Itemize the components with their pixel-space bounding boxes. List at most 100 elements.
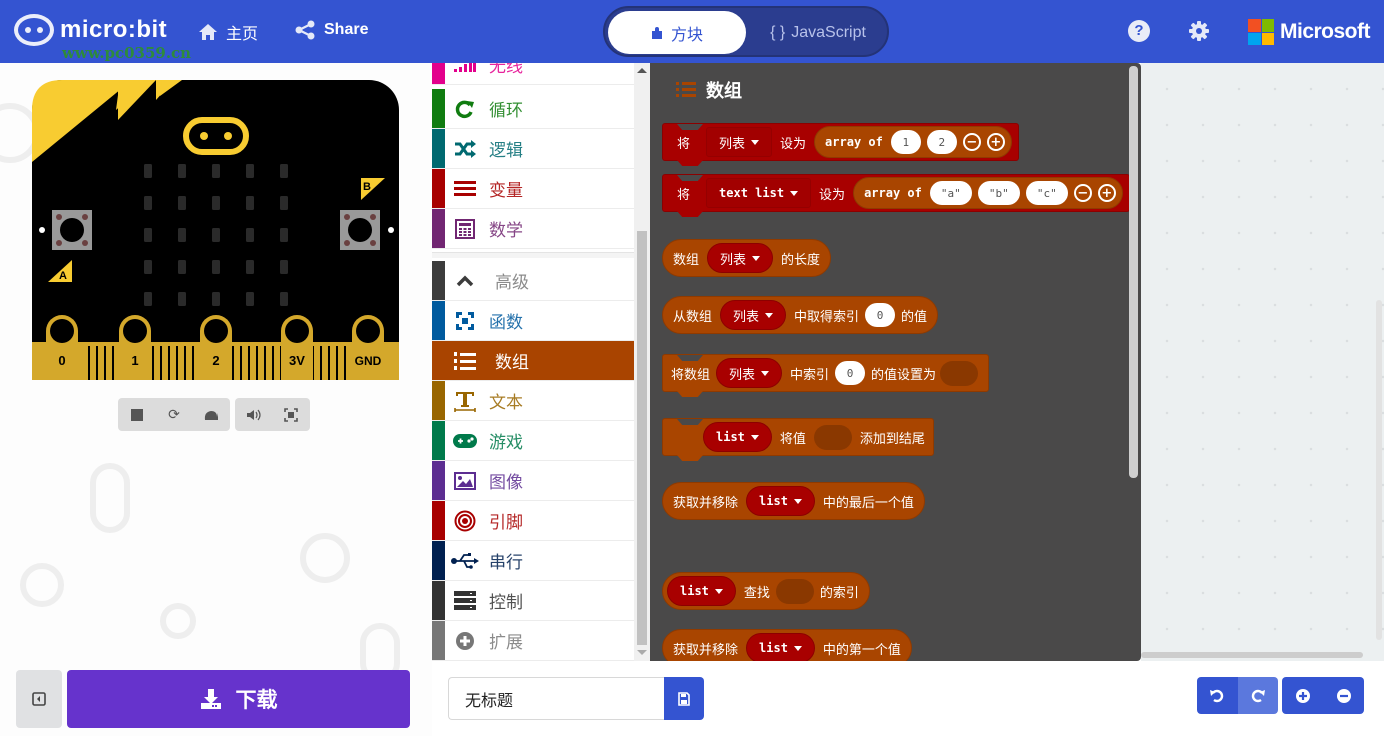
toolbox-scrollbar[interactable] (634, 63, 650, 661)
simulator-controls: ⟳ (118, 398, 230, 431)
block-shift[interactable]: 获取并移除 list 中的第一个值 (662, 629, 912, 661)
value-slot[interactable] (940, 360, 979, 386)
microbit-logo[interactable]: micro:bit (14, 14, 167, 46)
variable-dropdown[interactable]: 列表 (707, 243, 774, 273)
variable-dropdown[interactable]: list (703, 422, 772, 452)
block-index-of[interactable]: list 查找 的索引 (662, 572, 870, 610)
block-set-list[interactable]: 将 列表 设为 array of 1 2 − + (662, 123, 1019, 161)
toolbox-category-3[interactable]: 变量 (432, 169, 634, 209)
redo-button[interactable] (1237, 677, 1278, 714)
toolbox-category-11[interactable]: 引脚 (432, 501, 634, 541)
project-name-input[interactable] (448, 677, 664, 720)
pin-1[interactable]: 1 (119, 315, 151, 380)
button-a-label: A (59, 270, 67, 282)
edge-connector-line (160, 346, 162, 380)
category-label: 无线 (489, 63, 523, 77)
block-text: 设为 (819, 187, 846, 203)
toolbox-category-5[interactable]: 高级 (432, 261, 634, 301)
variable-dropdown[interactable]: 列表 (716, 358, 783, 388)
button-a[interactable] (60, 218, 84, 242)
zoom-in-button[interactable] (1282, 677, 1323, 714)
undo-button[interactable] (1197, 677, 1238, 714)
javascript-tab[interactable]: { } JavaScript (753, 11, 883, 54)
share-button[interactable]: Share (294, 20, 368, 40)
pin-2[interactable]: 2 (200, 315, 232, 380)
block-pop[interactable]: 获取并移除 list 中的最后一个值 (662, 482, 925, 520)
pin-GND[interactable]: GND (352, 315, 384, 380)
block-set-text-list[interactable]: 将 text list 设为 array of "a" "b" "c" − + (662, 174, 1130, 212)
fullscreen-button[interactable] (279, 403, 303, 427)
value-input[interactable]: 2 (926, 130, 957, 154)
pin-3V[interactable]: 3V (281, 315, 313, 380)
array-of-block[interactable]: array of 1 2 − + (814, 126, 1012, 158)
slow-mo-button[interactable] (199, 403, 223, 427)
toolbox-category-7[interactable]: 数组 (432, 341, 634, 381)
save-button[interactable] (664, 677, 704, 720)
button-b[interactable] (348, 218, 372, 242)
help-icon[interactable]: ? (1128, 20, 1150, 42)
toolbox-category-8[interactable]: 文本 (432, 381, 634, 421)
block-set-value-at-index[interactable]: 将数组 列表 中索引 0 的值设置为 (662, 354, 990, 392)
add-item-icon[interactable]: + (1097, 184, 1116, 202)
dropdown-value: 列表 (733, 309, 760, 325)
value-slot[interactable] (775, 578, 814, 604)
block-text: 中索引 (790, 367, 830, 383)
variable-dropdown[interactable]: 列表 (720, 300, 787, 330)
mute-button[interactable] (242, 403, 266, 427)
variable-dropdown[interactable]: text list (706, 178, 812, 208)
stop-icon (130, 408, 143, 421)
edge-connector-line (232, 346, 234, 380)
value-input[interactable]: "a" (929, 181, 972, 205)
value-input[interactable]: 1 (890, 130, 921, 154)
variable-dropdown[interactable]: list (667, 576, 736, 606)
workspace-horizontal-scrollbar[interactable] (1141, 652, 1363, 658)
toolbox-category-4[interactable]: 数学 (432, 209, 634, 249)
home-button[interactable]: 主页 (198, 20, 258, 44)
block-push[interactable]: list 将值 添加到结尾 (662, 418, 934, 456)
stop-button[interactable] (125, 403, 149, 427)
toolbox-category-0[interactable]: 无线 (432, 63, 634, 85)
variable-dropdown[interactable]: list (746, 633, 815, 661)
flyout-scrollbar[interactable] (1129, 66, 1138, 478)
toolbox-category-10[interactable]: 图像 (432, 461, 634, 501)
array-of-label: array of (825, 135, 883, 149)
edge-connector-line (328, 346, 330, 380)
value-input[interactable]: "b" (977, 181, 1020, 205)
remove-item-icon[interactable]: − (962, 133, 981, 151)
pin-label: GND (355, 354, 382, 368)
value-slot[interactable] (813, 424, 852, 450)
toolbox-category-14[interactable]: 扩展 (432, 621, 634, 661)
restart-button[interactable]: ⟳ (162, 403, 186, 427)
scroll-up-arrow-icon[interactable] (637, 68, 647, 73)
gear-icon[interactable] (1188, 20, 1210, 42)
toolbox-category-9[interactable]: 游戏 (432, 421, 634, 461)
zoom-out-button[interactable] (1323, 677, 1364, 714)
collapse-simulator-button[interactable] (16, 670, 62, 728)
remove-item-icon[interactable]: − (1073, 184, 1092, 202)
array-of-block[interactable]: array of "a" "b" "c" − + (853, 177, 1123, 209)
toolbox-category-2[interactable]: 逻辑 (432, 129, 634, 169)
microbit-board[interactable]: A B 0 1 2 3V GND (32, 80, 400, 382)
pin-0[interactable]: 0 (46, 315, 78, 380)
block-array-length[interactable]: 数组 列表 的长度 (662, 239, 832, 277)
fullscreen-icon (284, 407, 299, 422)
toolbox-category-1[interactable]: 循环 (432, 89, 634, 129)
value-input[interactable]: "c" (1025, 181, 1068, 205)
index-input[interactable]: 0 (835, 361, 866, 385)
scroll-down-arrow-icon[interactable] (637, 650, 647, 655)
index-input[interactable]: 0 (865, 303, 896, 327)
toolbox-category-6[interactable]: 函数 (432, 301, 634, 341)
blocks-tab[interactable]: 方块 (608, 11, 746, 54)
logo-text: micro:bit (60, 16, 168, 43)
toolbox-scroll-thumb[interactable] (637, 231, 647, 645)
variable-dropdown[interactable]: list (746, 486, 815, 516)
workspace-vertical-scrollbar[interactable] (1376, 300, 1382, 640)
microsoft-logo[interactable]: Microsoft (1248, 19, 1371, 45)
download-button[interactable]: 下载 (67, 670, 410, 728)
block-get-value-at-index[interactable]: 从数组 列表 中取得索引 0 的值 (662, 296, 939, 334)
toolbox-category-13[interactable]: 控制 (432, 581, 634, 621)
add-item-icon[interactable]: + (986, 133, 1005, 151)
variable-dropdown[interactable]: 列表 (706, 127, 773, 157)
toolbox-category-12[interactable]: 串行 (432, 541, 634, 581)
blocks-workspace[interactable] (1141, 63, 1384, 661)
